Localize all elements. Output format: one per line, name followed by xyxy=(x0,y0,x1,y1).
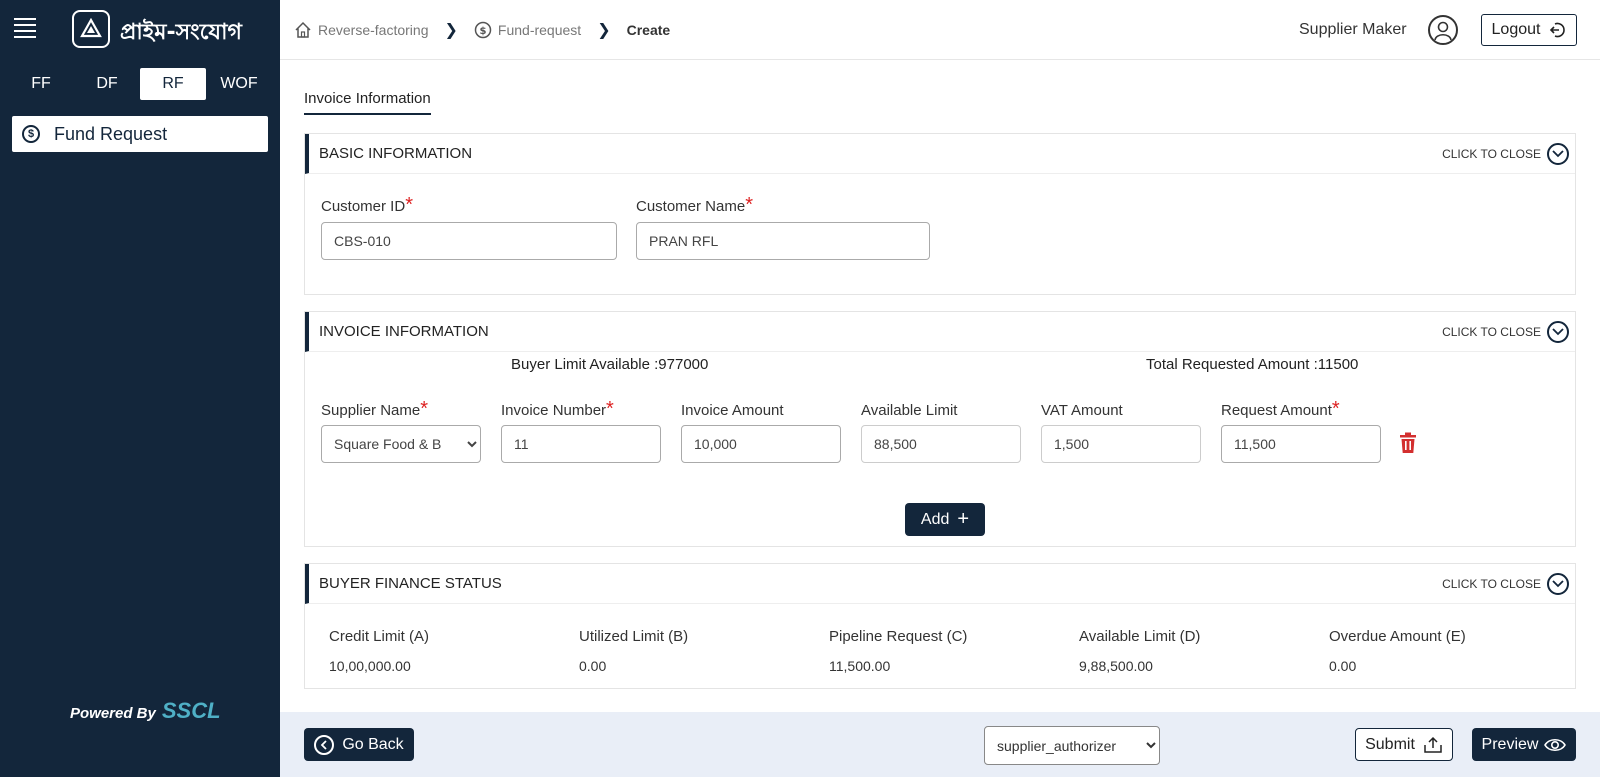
go-back-button[interactable]: Go Back xyxy=(304,728,414,761)
chevron-down-icon xyxy=(1547,320,1569,343)
upload-icon xyxy=(1424,736,1442,753)
prime-logo-icon xyxy=(72,10,110,48)
action-footer: Go Back supplier_authorizer Submit Previ… xyxy=(280,712,1600,777)
customer-name-input[interactable] xyxy=(636,222,930,260)
logout-icon xyxy=(1550,22,1566,38)
customer-id-input[interactable] xyxy=(321,222,617,260)
add-row-button[interactable]: Add + xyxy=(905,503,985,536)
vat-amount-input xyxy=(1041,425,1201,463)
invoice-information-section: INVOICE INFORMATION CLICK TO CLOSE Buyer… xyxy=(304,311,1576,547)
currency-coin-icon: $ xyxy=(22,125,40,143)
customer-name-label: Customer Name* xyxy=(636,194,753,216)
module-tab-rf[interactable]: RF xyxy=(140,68,206,100)
invoice-number-label: Invoice Number* xyxy=(501,398,614,420)
available-limit-d-value: 9,88,500.00 xyxy=(1079,658,1153,674)
section-title: INVOICE INFORMATION xyxy=(319,323,489,340)
preview-label: Preview xyxy=(1481,735,1539,753)
approver-role-select[interactable]: supplier_authorizer xyxy=(984,726,1160,765)
invoice-amount-input[interactable] xyxy=(681,425,841,463)
sidebar: প্রাইম-সংযোগ FF DF RF WOF $ Fund Request… xyxy=(0,0,280,777)
breadcrumb-item-reverse-factoring[interactable]: Reverse-factoring xyxy=(294,21,429,39)
module-tab-df[interactable]: DF xyxy=(74,68,140,100)
supplier-name-label: Supplier Name* xyxy=(321,398,429,420)
credit-limit-value: 10,00,000.00 xyxy=(329,658,411,674)
add-label: Add xyxy=(920,510,950,528)
toggle-label: CLICK TO CLOSE xyxy=(1442,146,1541,161)
delete-row-trash-icon[interactable] xyxy=(1398,432,1418,459)
breadcrumb-label: Reverse-factoring xyxy=(318,22,429,38)
plus-icon: + xyxy=(957,508,970,530)
logout-button[interactable]: Logout xyxy=(1481,14,1577,46)
section-title: BASIC INFORMATION xyxy=(319,145,473,162)
section-title: BUYER FINANCE STATUS xyxy=(319,575,502,592)
user-name: Supplier Maker xyxy=(1299,21,1407,38)
basic-information-section: BASIC INFORMATION CLICK TO CLOSE Custome… xyxy=(304,133,1576,295)
overdue-amount-label: Overdue Amount (E) xyxy=(1329,628,1466,645)
powered-by: Powered By SSCL xyxy=(70,698,221,724)
module-tab-ff[interactable]: FF xyxy=(8,68,74,100)
chevron-down-icon xyxy=(1547,142,1569,165)
svg-text:$: $ xyxy=(479,26,486,37)
section-toggle[interactable]: CLICK TO CLOSE xyxy=(1442,572,1569,595)
total-requested-amount: Total Requested Amount :11500 xyxy=(1146,356,1359,373)
hamburger-menu-icon[interactable] xyxy=(14,18,36,38)
chevron-down-icon xyxy=(1547,572,1569,595)
main-content: Invoice Information BASIC INFORMATION CL… xyxy=(280,60,1600,712)
app-name: প্রাইম-সংযোগ xyxy=(120,20,242,45)
chevron-right-icon: ❯ xyxy=(444,22,458,39)
customer-id-label: Customer ID* xyxy=(321,194,413,216)
chevron-left-icon xyxy=(314,734,335,755)
vat-amount-label: VAT Amount xyxy=(1041,402,1123,419)
submit-button[interactable]: Submit xyxy=(1355,728,1453,761)
request-amount-input[interactable] xyxy=(1221,425,1381,463)
pipeline-request-label: Pipeline Request (C) xyxy=(829,628,968,645)
section-toggle[interactable]: CLICK TO CLOSE xyxy=(1442,142,1569,165)
breadcrumb-item-fund-request[interactable]: $ Fund-request xyxy=(474,21,581,39)
currency-coin-icon: $ xyxy=(474,21,492,39)
go-back-label: Go Back xyxy=(342,735,404,753)
section-header: BASIC INFORMATION CLICK TO CLOSE xyxy=(305,134,1575,174)
tab-invoice-information[interactable]: Invoice Information xyxy=(304,90,431,115)
buyer-finance-status-section: BUYER FINANCE STATUS CLICK TO CLOSE Cred… xyxy=(304,563,1576,689)
available-limit-d-label: Available Limit (D) xyxy=(1079,628,1201,645)
toggle-label: CLICK TO CLOSE xyxy=(1442,324,1541,339)
eye-icon xyxy=(1544,738,1567,751)
section-toggle[interactable]: CLICK TO CLOSE xyxy=(1442,320,1569,343)
home-icon xyxy=(295,21,311,38)
utilized-limit-value: 0.00 xyxy=(579,658,607,674)
credit-limit-label: Credit Limit (A) xyxy=(329,628,430,645)
toggle-label: CLICK TO CLOSE xyxy=(1442,576,1541,591)
module-tabs: FF DF RF WOF xyxy=(8,68,272,100)
pipeline-request-value: 11,500.00 xyxy=(829,658,891,674)
submit-label: Submit xyxy=(1365,735,1415,753)
buyer-limit-available: Buyer Limit Available :977000 xyxy=(511,356,709,373)
chevron-right-icon: ❯ xyxy=(597,22,611,39)
section-header: BUYER FINANCE STATUS CLICK TO CLOSE xyxy=(305,564,1575,604)
user-avatar-icon[interactable] xyxy=(1428,15,1458,45)
top-header: Reverse-factoring ❯ $ Fund-request ❯ Cre… xyxy=(280,0,1600,60)
sidebar-item-fund-request[interactable]: $ Fund Request xyxy=(12,116,268,152)
available-limit-input xyxy=(861,425,1021,463)
available-limit-label: Available Limit xyxy=(861,402,958,419)
request-amount-label: Request Amount* xyxy=(1221,398,1340,420)
brand-logo: SSCL xyxy=(161,698,221,723)
preview-button[interactable]: Preview xyxy=(1472,728,1576,761)
breadcrumb-label: Fund-request xyxy=(497,22,582,38)
module-tab-wof[interactable]: WOF xyxy=(206,68,272,100)
logout-label: Logout xyxy=(1491,21,1541,38)
breadcrumb-item-create: Create xyxy=(626,22,671,38)
invoice-amount-label: Invoice Amount xyxy=(681,402,784,419)
powered-by-text: Powered By xyxy=(70,705,156,722)
invoice-number-input[interactable] xyxy=(501,425,661,463)
supplier-name-select[interactable]: Square Food & B xyxy=(321,425,481,463)
section-header: INVOICE INFORMATION CLICK TO CLOSE xyxy=(305,312,1575,352)
overdue-amount-value: 0.00 xyxy=(1329,658,1357,674)
breadcrumb: Reverse-factoring ❯ $ Fund-request ❯ Cre… xyxy=(294,20,670,40)
sidebar-item-label: Fund Request xyxy=(54,123,168,144)
utilized-limit-label: Utilized Limit (B) xyxy=(579,628,689,645)
